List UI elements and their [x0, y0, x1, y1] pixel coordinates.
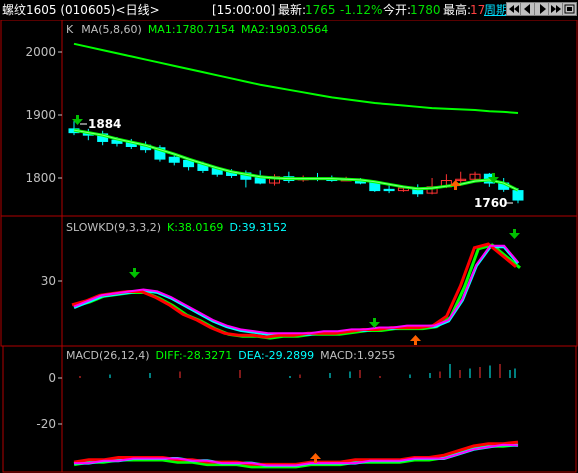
macd-panel-label: MACD(26,12,4) DIFF:-28.3271 DEA:-29.2899 MA…: [66, 349, 395, 362]
latest-label: 最新:: [278, 3, 307, 17]
d-line-magenta: [73, 244, 519, 335]
macd-tick-0: 0: [48, 371, 56, 385]
macd-histogram: [79, 364, 516, 378]
high-value: 17: [470, 3, 486, 17]
kd-lines: [71, 242, 521, 340]
candle-body: [369, 182, 381, 192]
price-panel-label: K MA(5,8,60) MA1:1780.7154 MA2:1903.0564: [66, 23, 328, 36]
next-page-icon: [551, 5, 561, 13]
latest-value: 1765: [305, 3, 336, 17]
ma2-line: [73, 42, 519, 115]
macd-tick-neg20: -20: [36, 417, 56, 431]
high-price-annotation: 1884: [88, 117, 121, 131]
high-label: 最高:: [443, 3, 472, 17]
macd-lines: [73, 440, 519, 469]
moving-average-lines: [73, 42, 519, 192]
price-tick-2000: 2000: [25, 45, 56, 59]
candle-body: [383, 188, 395, 192]
candle-body: [512, 190, 524, 201]
candlestick-series: [68, 121, 524, 204]
candle-body: [254, 177, 266, 184]
arrow-right-icon: [540, 4, 546, 14]
chart-area[interactable]: K MA(5,8,60) MA1:1780.7154 MA2:1903.0564 SL…: [0, 20, 578, 473]
sell-arrow-icon: [369, 318, 380, 328]
open-label: 今开:: [383, 3, 412, 17]
kd-panel-frame: [0, 215, 578, 347]
open-value: 1780: [410, 3, 441, 17]
price-tick-1900: 1900: [25, 108, 56, 122]
prev-page-icon: [509, 5, 519, 13]
quote-header: 螺纹1605 (010605)<日线> [15:00:00] 最新: 1765 …: [0, 0, 578, 20]
expand-icon: [564, 4, 575, 14]
buy-arrow-icon: [410, 335, 421, 345]
time-display: [15:00:00]: [212, 3, 276, 17]
candle-body: [168, 156, 180, 163]
dea-line: [74, 443, 519, 467]
price-tick-1800: 1800: [25, 171, 56, 185]
macd-panel-frame: [2, 345, 577, 473]
arrow-left-icon: [524, 4, 530, 14]
low-price-annotation: 1760: [474, 196, 507, 210]
zoom-button[interactable]: [562, 2, 577, 16]
sell-arrow-icon: [509, 229, 520, 239]
signal-arrows: [72, 115, 520, 463]
kd-tick-30: 30: [41, 274, 56, 288]
period-button[interactable]: 周期: [484, 3, 508, 17]
symbol-title: 螺纹1605 (010605)<日线>: [2, 3, 160, 17]
change-pct: -1.12%: [340, 3, 383, 17]
sell-arrow-icon: [129, 268, 140, 278]
kd-panel-label: SLOWKD(9,3,3,2) K:38.0169 D:39.3152: [66, 221, 287, 234]
